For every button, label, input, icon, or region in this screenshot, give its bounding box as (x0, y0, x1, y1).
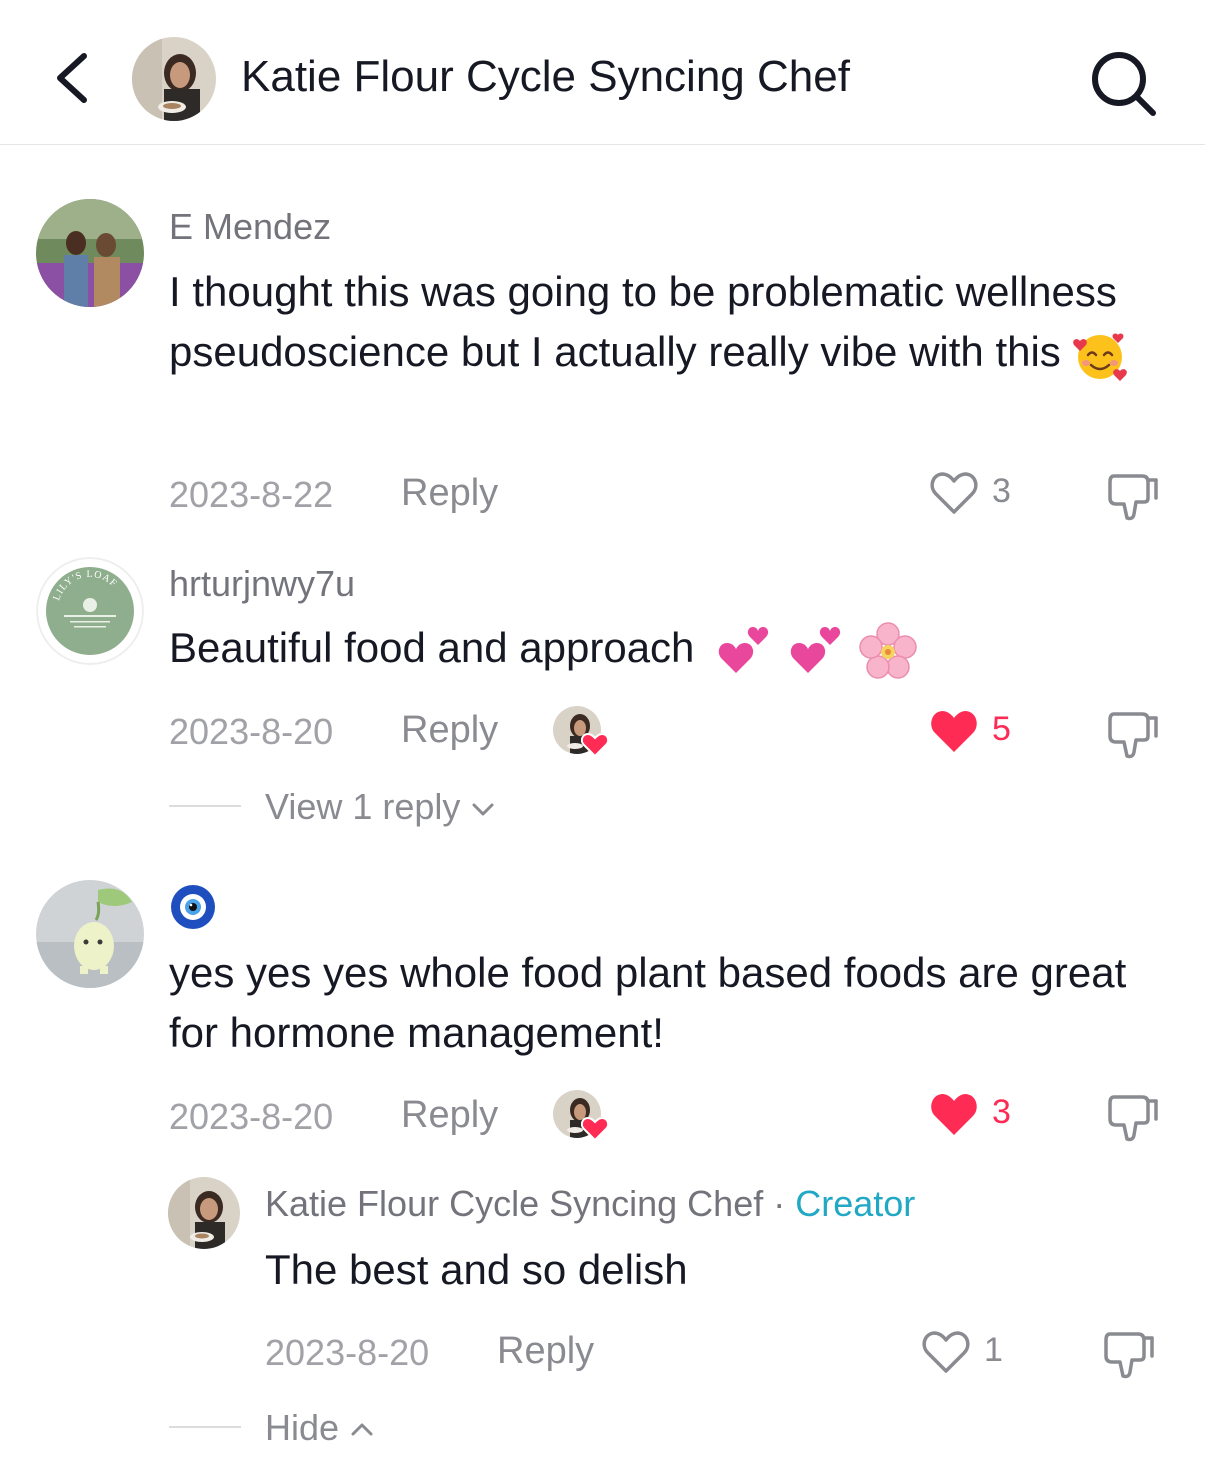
back-chevron-icon (57, 53, 87, 103)
reply-date: 2023-8-20 (265, 1332, 430, 1373)
comment-username[interactable]: E Mendez (169, 206, 331, 248)
name-separator: · (773, 1183, 786, 1224)
creator-avatar[interactable] (132, 37, 216, 121)
like-button[interactable]: 1 (920, 1327, 1020, 1377)
like-button[interactable]: 3 (928, 1089, 1028, 1139)
comment-username[interactable]: hrturjnwy7u (169, 563, 355, 605)
creator-badge: Creator (795, 1183, 916, 1224)
dislike-button[interactable] (1104, 1089, 1160, 1145)
dislike-icon (1108, 474, 1158, 521)
smiling-face-with-hearts-icon (1073, 333, 1128, 381)
comment-body: Beautiful food and approach (169, 624, 695, 671)
like-button[interactable]: 3 (928, 468, 1028, 518)
avatar-illustration (36, 880, 144, 988)
commenter-avatar[interactable] (36, 880, 144, 988)
heart-filled-icon (931, 711, 977, 752)
dislike-button[interactable] (1104, 468, 1160, 524)
like-count: 3 (992, 472, 1011, 510)
two-hearts-icon (718, 626, 769, 673)
avatar-photo (168, 1177, 240, 1249)
liked-by-creator-badge (553, 1090, 609, 1146)
like-button[interactable]: 5 (928, 706, 1028, 756)
reply-author-name: Katie Flour Cycle Syncing Chef (265, 1183, 764, 1224)
like-count: 5 (992, 710, 1011, 748)
comment-text: I thought this was going to be problemat… (169, 262, 1149, 383)
replies-divider (169, 1426, 241, 1428)
replies-divider (169, 805, 241, 807)
like-count: 3 (992, 1093, 1011, 1131)
chevron-up-icon (351, 1423, 373, 1436)
dislike-icon (1108, 712, 1158, 759)
dislike-icon (1104, 1332, 1154, 1379)
creator-reply-avatar[interactable] (168, 1177, 240, 1249)
comment-date: 2023-8-22 (169, 474, 334, 515)
view-replies-label: View 1 reply (265, 786, 461, 827)
dislike-button[interactable] (1104, 706, 1160, 762)
nazar-amulet-icon (171, 885, 215, 929)
like-count: 1 (984, 1331, 1003, 1369)
cherry-blossom-icon (859, 622, 918, 679)
heart-filled-icon (581, 732, 609, 758)
reply-username[interactable]: Katie Flour Cycle Syncing Chef · Creator (265, 1183, 915, 1225)
search-icon (1092, 52, 1156, 116)
avatar-logo: LILY'S LOAF (36, 557, 144, 665)
heart-outline-icon (922, 1331, 970, 1373)
two-hearts-icon (790, 626, 840, 673)
comment-username[interactable] (169, 883, 217, 936)
comment-text: Beautiful food and approach (169, 618, 1149, 680)
heart-filled-icon (931, 1094, 977, 1135)
commenter-avatar[interactable] (36, 199, 144, 307)
avatar-photo (36, 199, 144, 307)
reply-button[interactable]: Reply (497, 1330, 594, 1373)
reply-button[interactable]: Reply (401, 1094, 498, 1137)
heart-filled-icon (581, 1116, 609, 1142)
hide-replies-label: Hide (265, 1407, 340, 1448)
reply-button[interactable]: Reply (401, 472, 498, 515)
header-bar: Katie Flour Cycle Syncing Chef (0, 0, 1205, 145)
view-replies-button[interactable]: View 1 reply (265, 786, 496, 828)
reply-button[interactable]: Reply (401, 709, 498, 752)
comment-date: 2023-8-20 (169, 711, 334, 752)
commenter-avatar[interactable]: LILY'S LOAF (36, 557, 144, 665)
comment-date: 2023-8-20 (169, 1096, 334, 1137)
heart-outline-icon (930, 472, 978, 514)
page-title: Katie Flour Cycle Syncing Chef (241, 52, 850, 101)
chevron-down-icon (472, 803, 494, 816)
liked-by-creator-badge (553, 706, 609, 762)
comment-body: I thought this was going to be problemat… (169, 268, 1117, 375)
comment-text: yes yes yes whole food plant based foods… (169, 949, 1127, 1056)
search-button[interactable] (1085, 45, 1161, 121)
hide-replies-button[interactable]: Hide (265, 1407, 375, 1449)
dislike-button[interactable] (1100, 1326, 1156, 1382)
dislike-icon (1108, 1095, 1158, 1142)
back-button[interactable] (48, 48, 98, 108)
avatar-photo (132, 37, 216, 121)
reply-text: The best and so delish (265, 1246, 688, 1293)
